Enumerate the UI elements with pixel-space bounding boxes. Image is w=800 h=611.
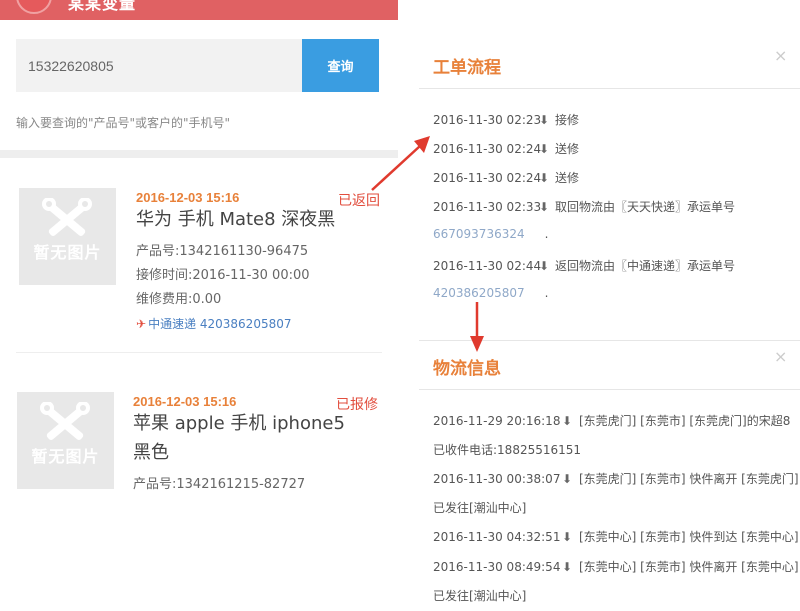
product-thumbnail: 暂无图片 [19,188,116,285]
search-input[interactable] [16,39,302,92]
tracking-text: 中通速递 420386205807 [148,317,292,331]
down-arrow-icon: ⬇ [562,414,573,428]
down-arrow-icon: ⬇ [562,530,573,544]
search-bar: 查询 [16,39,379,92]
order-divider [16,352,382,353]
close-icon[interactable]: × [774,347,787,366]
logistics-row: 2016-11-30 04:32:51 ⬇ [东莞中心] [东莞市] 快件到达 [东… [433,530,799,544]
product-thumbnail: 暂无图片 [17,392,114,489]
section-divider [0,150,398,158]
workflow-row: 2016-11-30 02:24⬇ 送修 [433,142,580,156]
down-arrow-icon: ⬇ [539,113,550,127]
placeholder-text: 暂无图片 [31,447,100,466]
order-status: 已返回 [338,193,380,209]
workflow-title: 工单流程 [433,58,501,78]
product-name: 苹果 apple 手机 iphone5 [133,413,345,434]
down-arrow-icon: ⬇ [539,171,550,185]
repair-fee: 维修费用:0.00 [136,292,222,307]
logistics-row: 2016-11-30 00:38:07 ⬇ [东莞虎门] [东莞市] 快件离开 [东… [433,472,799,486]
logistics-row: 2016-11-29 20:16:18 ⬇ [东莞虎门] [东莞市] [东莞虎门]的… [433,414,791,428]
header-bar: 某某变量 [0,0,398,20]
logistics-row-cont: 已收件电话:18825516151 [433,443,582,457]
detail-panel: 工单流程 × 2016-11-30 02:23⬇ 接修 2016-11-30 02… [419,0,800,611]
page-title: 某某变量 [68,0,137,13]
logistics-row: 2016-11-30 08:49:54 ⬇ [东莞中心] [东莞市] 快件离开 [东… [433,560,799,574]
left-panel: 某某变量 查询 输入要查询的"产品号"或客户的"手机号" 暂无图片 2016-1… [0,0,398,611]
down-arrow-icon: ⬇ [539,200,550,214]
product-name-cont: 黑色 [133,442,169,463]
search-button[interactable]: 查询 [302,39,379,92]
tracking-number-link[interactable]: 667093736324. [433,227,548,241]
workflow-row: 2016-11-30 02:23⬇ 接修 [433,113,580,127]
workflow-row: 2016-11-30 02:24⬇ 送修 [433,171,580,185]
placeholder-text: 暂无图片 [33,243,102,262]
down-arrow-icon: ⬇ [539,142,550,156]
workflow-row: 2016-11-30 02:44⬇ 返回物流由〖中通速递〗承运单号 [433,259,736,273]
workflow-row: 2016-11-30 02:33⬇ 取回物流由〖天天快递〗承运单号 [433,200,736,214]
product-name: 华为 手机 Mate8 深夜黑 [136,209,336,230]
tracking-link[interactable]: ✈ 中通速递 420386205807 [136,315,292,332]
down-arrow-icon: ⬇ [539,259,550,273]
down-arrow-icon: ⬇ [562,560,573,574]
product-number: 产品号:1342161215-82727 [133,477,306,492]
receive-time: 接修时间:2016-11-30 00:00 [136,268,310,283]
divider [419,389,800,390]
tracking-number-link[interactable]: 420386205807. [433,286,548,300]
order-date: 2016-12-03 15:16 [133,394,237,409]
divider [419,88,800,89]
plane-icon: ✈ [136,317,147,331]
product-number: 产品号:1342161130-96475 [136,244,309,259]
logistics-row-cont: 已发往[潮汕中心] [433,589,527,603]
divider [419,340,800,341]
close-icon[interactable]: × [774,46,787,65]
search-hint: 输入要查询的"产品号"或客户的"手机号" [16,116,231,130]
logistics-row-cont: 已发往[潮汕中心] [433,501,527,515]
order-date: 2016-12-03 15:16 [136,190,240,205]
logistics-title: 物流信息 [433,359,501,379]
avatar[interactable] [16,0,52,14]
down-arrow-icon: ⬇ [562,472,573,486]
